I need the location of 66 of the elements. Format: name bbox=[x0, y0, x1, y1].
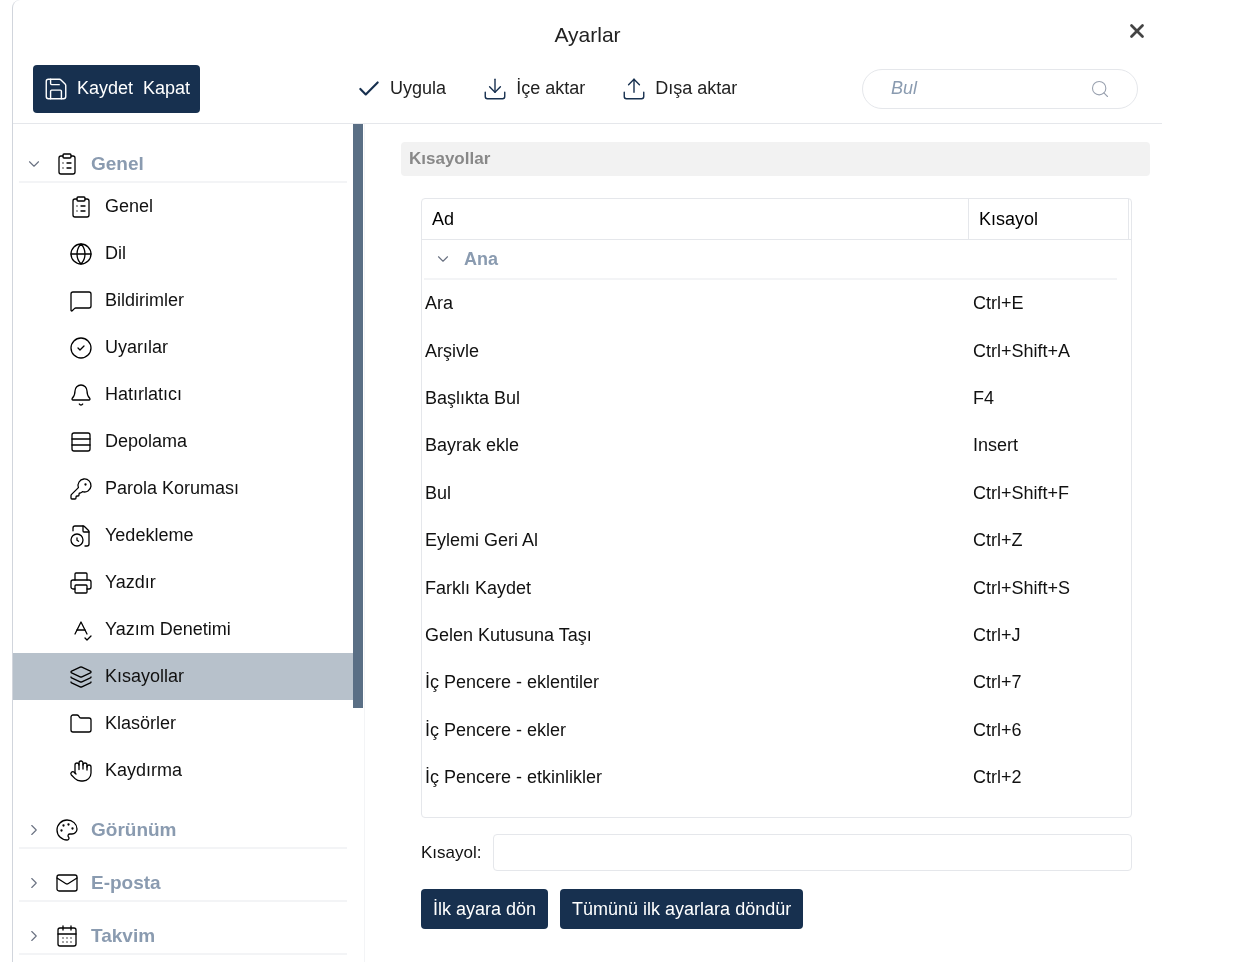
field-label: Kısayol: bbox=[421, 841, 482, 864]
table-cell-text: Ctrl+Shift+F bbox=[972, 481, 1070, 505]
palette-icon bbox=[55, 818, 79, 842]
table-cell-text: Ctrl+2 bbox=[972, 766, 1022, 790]
table-cell-text: Ctrl+Shift+S bbox=[972, 576, 1071, 600]
table-cell-text: Ctrl+Shift+A bbox=[972, 339, 1071, 363]
table-cell-text: Ctrl+E bbox=[972, 292, 1024, 316]
sidebar-item[interactable]: Yazım Denetimi bbox=[13, 606, 353, 653]
window-title: Ayarlar bbox=[554, 22, 621, 49]
column-header[interactable]: Kısayol bbox=[969, 199, 1129, 239]
layers-icon bbox=[69, 664, 93, 689]
table-cell-text: Arşivle bbox=[424, 339, 480, 363]
table-cell-text: Bayrak ekle bbox=[424, 434, 521, 458]
toolbar-button[interactable]: Dışa aktar bbox=[621, 75, 738, 102]
clipboard-icon bbox=[69, 194, 93, 219]
table-cell-text: Bul bbox=[424, 481, 452, 505]
table-cell-text: İç Pencere - eklentiler bbox=[424, 671, 601, 695]
sidebar-item[interactable]: Dil bbox=[13, 230, 353, 277]
envelope-icon bbox=[55, 871, 79, 895]
table-cell-text: Ctrl+Z bbox=[972, 529, 1023, 553]
table-cell-text: F4 bbox=[972, 386, 994, 410]
list-icon bbox=[69, 429, 93, 454]
search-field[interactable]: Bul bbox=[862, 68, 1138, 109]
sidebar-item[interactable]: Genel bbox=[13, 183, 353, 230]
reset-button[interactable]: İlk ayara dön bbox=[421, 889, 549, 929]
table-cell-text: Ara bbox=[424, 292, 454, 316]
toolbar-button[interactable]: Uygula bbox=[356, 75, 447, 102]
table-cell-text: Gelen Kutusuna Taşı bbox=[424, 623, 593, 647]
bell-icon bbox=[69, 382, 93, 407]
sidebar-item[interactable]: Bildirimler bbox=[13, 277, 353, 324]
sidebar-item[interactable]: Hatırlatıcı bbox=[13, 371, 353, 418]
printer-icon bbox=[69, 570, 93, 595]
sidebar-item[interactable]: Kısayollar bbox=[13, 653, 353, 700]
column-header[interactable]: Ad bbox=[422, 199, 969, 239]
key-icon bbox=[69, 476, 93, 501]
sidebar-item[interactable]: Depolama bbox=[13, 418, 353, 465]
sidebar-item[interactable]: Yazdır bbox=[13, 559, 353, 606]
sidebar-item[interactable]: Kaydırma bbox=[13, 747, 353, 794]
table-cell-text: İç Pencere - etkinlikler bbox=[424, 766, 604, 790]
hand-icon bbox=[69, 758, 93, 783]
table-cell-text: Insert bbox=[972, 434, 1019, 458]
calendar-icon bbox=[55, 924, 79, 948]
table-cell-text: İç Pencere - ekler bbox=[424, 718, 568, 742]
sidebar-item[interactable]: Parola Koruması bbox=[13, 465, 353, 512]
sidebar-item[interactable]: Klasörler bbox=[13, 700, 353, 747]
sidebar-item[interactable]: Uyarılar bbox=[13, 324, 353, 371]
document-clock-icon bbox=[69, 523, 93, 548]
sidebar-item[interactable]: Yedekleme bbox=[13, 512, 353, 559]
globe-icon bbox=[69, 241, 93, 266]
check-circle-icon bbox=[69, 335, 93, 360]
search-icon bbox=[1090, 78, 1110, 99]
table-cell-text: Başlıkta Bul bbox=[424, 386, 522, 410]
table-cell-text: Ctrl+J bbox=[972, 623, 1021, 647]
section-header: Kısayollar bbox=[401, 142, 1150, 176]
toolbar-button[interactable]: İçe aktar bbox=[482, 75, 586, 102]
table-cell-text: Ctrl+6 bbox=[972, 718, 1022, 742]
shortcut-input[interactable] bbox=[493, 834, 1132, 871]
scrollbar-thumb[interactable] bbox=[353, 124, 363, 708]
folder-icon bbox=[69, 711, 93, 736]
save-close-button[interactable]: Kaydet Kapat bbox=[33, 64, 201, 113]
clipboard-icon bbox=[55, 152, 79, 176]
speech-bubble-icon bbox=[69, 288, 93, 313]
table-cell-text: Ctrl+7 bbox=[972, 671, 1022, 695]
table-cell-text: Eylemi Geri Al bbox=[424, 529, 540, 553]
table-cell-text: Farklı Kaydet bbox=[424, 576, 533, 600]
reset-button[interactable]: Tümünü ilk ayarlara döndür bbox=[560, 889, 804, 929]
